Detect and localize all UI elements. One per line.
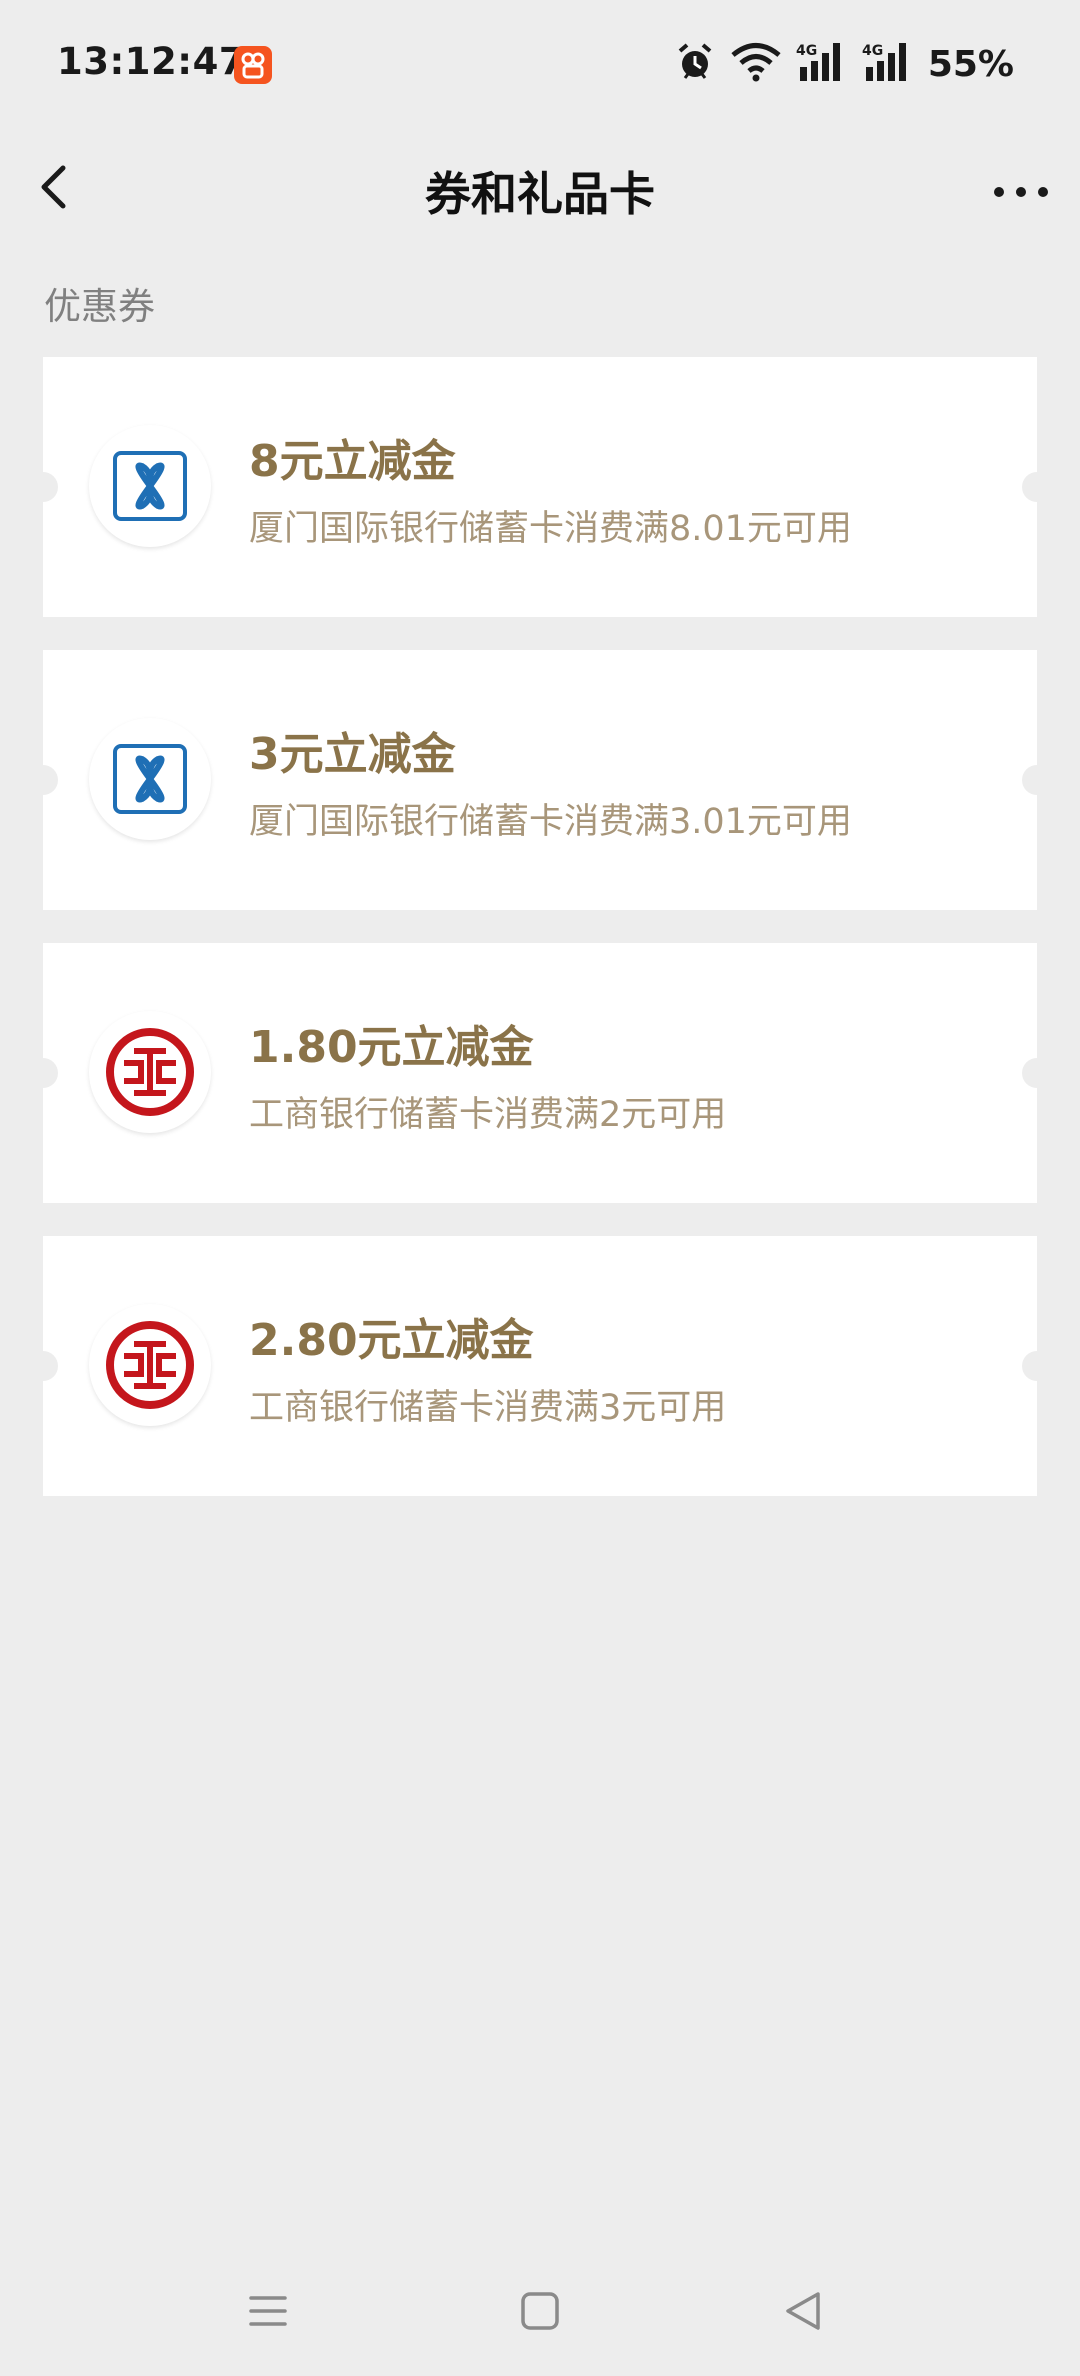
svg-text:4G: 4G [862,43,883,59]
coupon-title: 1.80元立减金 [249,1022,534,1073]
card-notch-left [28,1058,58,1088]
xiamen-international-bank-logo [89,718,211,840]
back-triangle-icon[interactable] [778,2286,828,2336]
system-nav-bar [0,2270,1080,2350]
home-icon[interactable] [515,2286,565,2336]
coupon-description: 工商银行储蓄卡消费满2元可用 [249,1095,727,1135]
more-button[interactable] [986,158,1056,218]
card-notch-right [1022,1058,1052,1088]
section-label-coupons: 优惠券 [44,285,155,328]
coupon-title: 8元立减金 [249,436,456,487]
svg-text:4G: 4G [796,43,817,59]
menu-icon[interactable] [243,2286,293,2336]
status-bar: 13:12:47 4G 4G 55% [0,0,1080,130]
card-notch-right [1022,1351,1052,1381]
coupon-description: 厦门国际银行储蓄卡消费满3.01元可用 [249,802,852,842]
coupon-card[interactable]: 2.80元立减金 工商银行储蓄卡消费满3元可用 [28,1236,1052,1496]
card-notch-left [28,472,58,502]
coupon-description: 工商银行储蓄卡消费满3元可用 [249,1388,727,1428]
xiamen-international-bank-logo [89,425,211,547]
card-notch-right [1022,472,1052,502]
coupon-description: 厦门国际银行储蓄卡消费满8.01元可用 [249,509,852,549]
coupon-title: 2.80元立减金 [249,1315,534,1366]
coupon-card[interactable]: 3元立减金 厦门国际银行储蓄卡消费满3.01元可用 [28,650,1052,910]
coupon-card[interactable]: 1.80元立减金 工商银行储蓄卡消费满2元可用 [28,943,1052,1203]
wifi-icon [730,42,782,86]
card-notch-left [28,765,58,795]
status-time: 13:12:47 [57,40,246,83]
more-dots-icon [994,187,1048,197]
nav-bar: 券和礼品卡 [0,130,1080,250]
signal-4g-icon: 4G [862,41,914,87]
card-notch-left [28,1351,58,1381]
battery-level: 55% [927,43,1014,85]
status-icons: 4G 4G 55% [674,40,1014,88]
coupon-card[interactable]: 8元立减金 厦门国际银行储蓄卡消费满8.01元可用 [28,357,1052,617]
coupon-title: 3元立减金 [249,729,456,780]
icbc-logo [89,1304,211,1426]
icbc-logo [89,1011,211,1133]
coupon-list: 8元立减金 厦门国际银行储蓄卡消费满8.01元可用 3元立减金 厦门国际银行储蓄… [28,357,1052,1529]
signal-4g-icon: 4G [796,41,848,87]
kuaishou-app-icon [234,46,272,84]
alarm-icon [674,41,716,87]
card-notch-right [1022,765,1052,795]
page-title: 券和礼品卡 [425,167,655,221]
